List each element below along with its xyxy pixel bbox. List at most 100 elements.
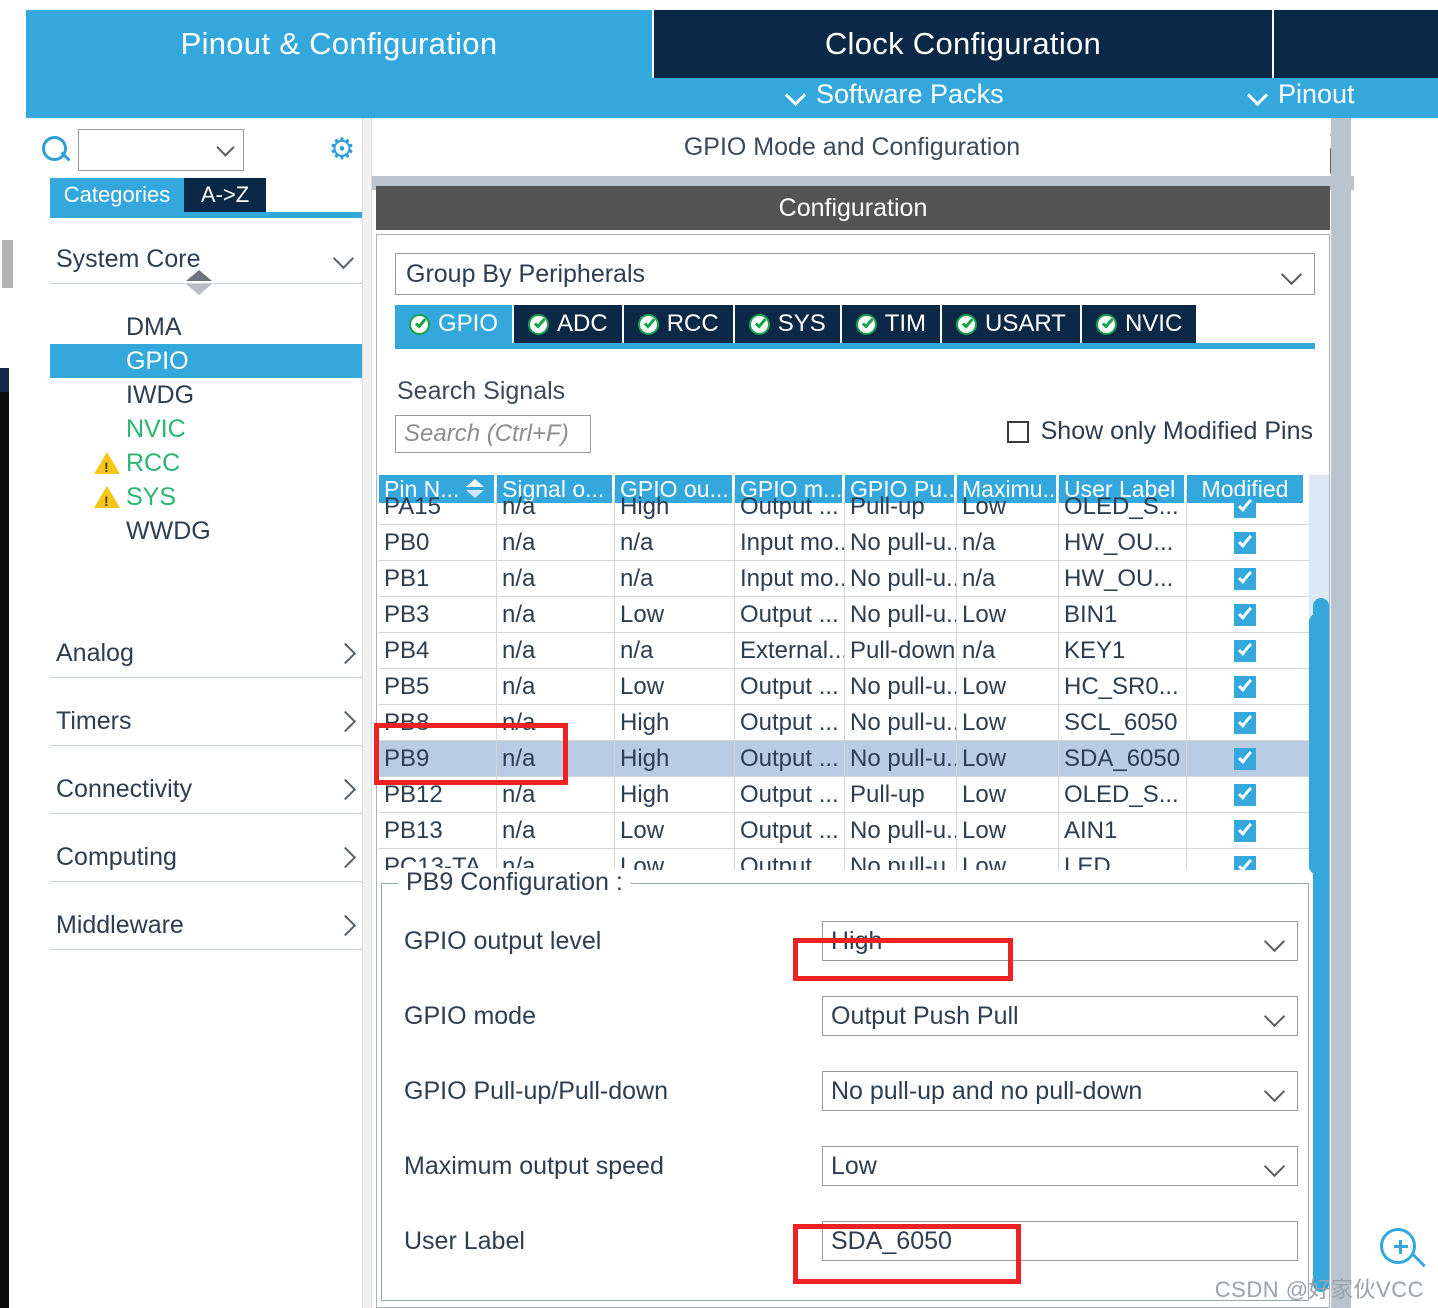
field-label: User Label xyxy=(404,1226,525,1255)
tree-scroll-spinner[interactable] xyxy=(186,270,214,296)
spinner-down-icon[interactable] xyxy=(186,284,212,295)
sidebar-group-header[interactable]: Middleware xyxy=(50,902,362,950)
chevron-right-icon[interactable] xyxy=(334,711,356,733)
gpio-pull-select[interactable]: No pull-up and no pull-down xyxy=(822,1071,1298,1111)
tab-overflow[interactable] xyxy=(1274,10,1438,78)
subtabs-underline xyxy=(50,212,380,218)
gpio-output-level-select[interactable]: High xyxy=(822,921,1298,961)
group-by-select[interactable]: Group By Peripherals xyxy=(395,253,1315,295)
table-cell-modified[interactable] xyxy=(1187,525,1303,560)
pin-configuration-group: PB9 Configuration : GPIO output level Hi… xyxy=(381,868,1310,1301)
outer-scrollbar-track[interactable] xyxy=(1331,118,1351,1308)
table-cell-modified[interactable] xyxy=(1187,669,1303,704)
tab-a-to-z[interactable]: A->Z xyxy=(184,178,266,212)
sidebar-search-input[interactable] xyxy=(78,129,244,171)
sidebar-item-iwdg[interactable]: IWDG xyxy=(50,378,362,412)
checkbox-icon[interactable] xyxy=(1006,420,1029,443)
table-cell-pin: PB3 xyxy=(379,597,497,632)
chevron-down-icon[interactable] xyxy=(1284,267,1302,285)
table-cell-signal: n/a xyxy=(497,633,615,668)
tab-peripheral-nvic[interactable]: NVIC xyxy=(1081,305,1199,343)
sidebar-item-wwdg[interactable]: WWDG xyxy=(50,514,362,548)
sidebar-item-nvic[interactable]: NVIC xyxy=(50,412,362,446)
table-row[interactable]: PB5 n/a Low Output ... No pull-u... Low HC_SR0… xyxy=(379,669,1309,705)
table-cell-modified[interactable] xyxy=(1187,741,1303,776)
table-row[interactable]: PB8 n/a High Output ... No pull-u... Low SCL_6… xyxy=(379,705,1309,741)
pinout-menu[interactable]: Pinout xyxy=(1248,79,1355,110)
chevron-right-icon[interactable] xyxy=(334,643,356,665)
sidebar-group-analog[interactable]: Analog xyxy=(50,630,362,678)
tab-peripheral-label: TIM xyxy=(884,310,927,337)
table-cell-output: High xyxy=(615,489,735,524)
sidebar-group-header[interactable]: Timers xyxy=(50,698,362,746)
chevron-down-icon[interactable] xyxy=(1267,1159,1285,1177)
table-cell-pull: Pull-up xyxy=(845,777,957,812)
table-cell-pull: No pull-u... xyxy=(845,741,957,776)
tab-peripheral-usart[interactable]: USART xyxy=(942,305,1082,343)
table-cell-modified[interactable] xyxy=(1187,489,1303,524)
tab-peripheral-label: GPIO xyxy=(438,310,499,337)
tab-categories[interactable]: Categories xyxy=(50,178,184,212)
table-cell-modified[interactable] xyxy=(1187,561,1303,596)
search-signals-input[interactable]: Search (Ctrl+F) xyxy=(395,415,591,453)
configuration-scrollbar-thumb[interactable] xyxy=(1313,598,1329,1292)
sidebar-item-gpio[interactable]: GPIO xyxy=(50,344,362,378)
table-cell-modified[interactable] xyxy=(1187,777,1303,812)
sidebar-group-header[interactable]: Connectivity xyxy=(50,766,362,814)
sidebar-group-timers[interactable]: Timers xyxy=(50,698,362,746)
chevron-right-icon[interactable] xyxy=(334,915,356,937)
sidebar-group-middleware[interactable]: Middleware xyxy=(50,902,362,950)
chevron-right-icon[interactable] xyxy=(334,779,356,801)
table-row[interactable]: PB1 n/a n/a Input mo... No pull-u... n/a HW_OU… xyxy=(379,561,1309,597)
table-cell-modified[interactable] xyxy=(1187,597,1303,632)
table-cell-modified[interactable] xyxy=(1187,633,1303,668)
field-label: Maximum output speed xyxy=(404,1151,664,1180)
left-scrollbar-thumb[interactable] xyxy=(2,240,13,288)
table-row[interactable]: PC13-TA... n/a Low Output ... No pull-u... Lo… xyxy=(379,849,1309,870)
table-row[interactable]: PB0 n/a n/a Input mo... No pull-u... n/a HW_OU… xyxy=(379,525,1309,561)
table-cell-mode: Output ... xyxy=(735,777,845,812)
user-label-input[interactable]: SDA_6050 xyxy=(822,1221,1298,1261)
table-cell-pin: PC13-TA... xyxy=(379,849,497,870)
tab-peripheral-sys[interactable]: SYS xyxy=(734,305,842,343)
table-cell-modified[interactable] xyxy=(1187,705,1303,740)
table-row[interactable]: PB13 n/a Low Output ... No pull-u... Low AIN1 xyxy=(379,813,1309,849)
panel-splitter[interactable] xyxy=(362,118,372,1308)
table-row[interactable]: PB12 n/a High Output ... Pull-up Low OLED_S... xyxy=(379,777,1309,813)
table-cell-modified[interactable] xyxy=(1187,813,1303,848)
table-row[interactable]: PB4 n/a n/a External... Pull-down n/a KEY1 xyxy=(379,633,1309,669)
pin-table-body[interactable]: PA15 n/a High Output ... Pull-up Low OLED_S...… xyxy=(379,489,1309,870)
table-cell-modified[interactable] xyxy=(1187,849,1303,870)
gear-icon[interactable]: ⚙ xyxy=(326,134,358,166)
software-packs-menu[interactable]: Software Packs xyxy=(786,79,1004,110)
left-edge-strip xyxy=(0,368,9,1308)
chevron-down-icon[interactable] xyxy=(1267,1084,1285,1102)
tab-peripheral-tim[interactable]: TIM xyxy=(841,305,943,343)
show-only-modified-pins-checkbox[interactable]: Show only Modified Pins xyxy=(1006,417,1313,446)
table-row[interactable]: PB3 n/a Low Output ... No pull-u... Low BIN1 xyxy=(379,597,1309,633)
chevron-right-icon[interactable] xyxy=(334,847,356,869)
field-row-gpio-mode: GPIO mode Output Push Pull xyxy=(382,993,1310,1039)
maximum-output-speed-select[interactable]: Low xyxy=(822,1146,1298,1186)
chevron-down-icon[interactable] xyxy=(1267,1009,1285,1027)
sidebar-item-sys[interactable]: SYS xyxy=(50,480,362,514)
spinner-up-icon[interactable] xyxy=(186,270,212,281)
chevron-down-icon[interactable] xyxy=(218,141,234,157)
sidebar-group-header[interactable]: Computing xyxy=(50,834,362,882)
zoom-in-icon[interactable] xyxy=(1380,1228,1428,1276)
tab-peripheral-adc[interactable]: ADC xyxy=(514,305,624,343)
chevron-down-icon[interactable] xyxy=(334,249,356,271)
tab-pinout-configuration[interactable]: Pinout & Configuration xyxy=(26,10,652,78)
tab-peripheral-rcc[interactable]: RCC xyxy=(623,305,735,343)
chevron-down-icon[interactable] xyxy=(1267,934,1285,952)
sidebar-item-rcc[interactable]: RCC xyxy=(50,446,362,480)
tab-clock-configuration[interactable]: Clock Configuration xyxy=(654,10,1272,78)
sidebar-group-connectivity[interactable]: Connectivity xyxy=(50,766,362,814)
gpio-mode-select[interactable]: Output Push Pull xyxy=(822,996,1298,1036)
table-row[interactable]: PA15 n/a High Output ... Pull-up Low OLED_S... xyxy=(379,489,1309,525)
table-row[interactable]: PB9 n/a High Output ... No pull-u... Low SDA_6… xyxy=(379,741,1309,777)
sidebar-item-dma[interactable]: DMA xyxy=(50,310,362,344)
sidebar-group-computing[interactable]: Computing xyxy=(50,834,362,882)
sidebar-group-header[interactable]: Analog xyxy=(50,630,362,678)
tab-peripheral-gpio[interactable]: GPIO xyxy=(395,305,515,343)
